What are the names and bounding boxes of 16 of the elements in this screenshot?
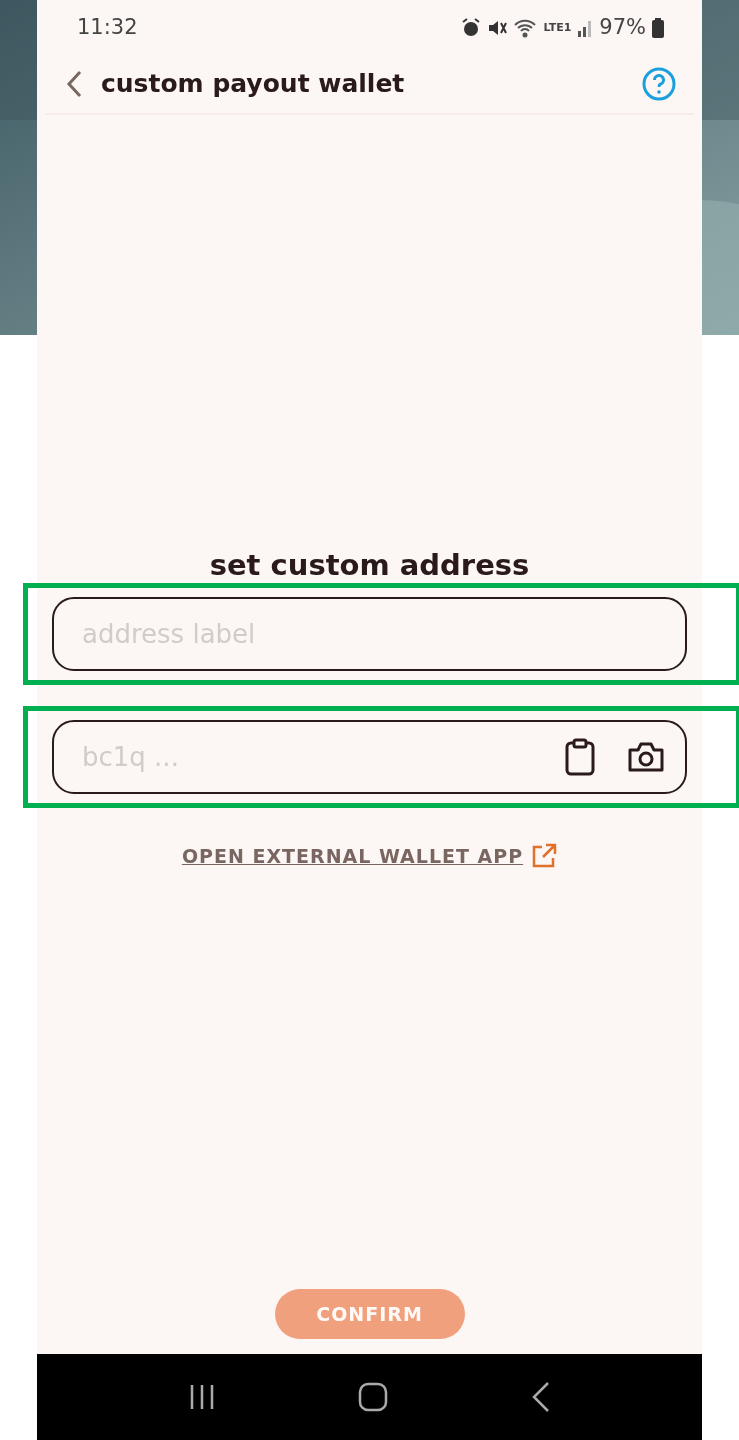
home-icon[interactable] [358,1382,389,1412]
status-time: 11:32 [77,13,138,41]
page-title: custom payout wallet [101,68,405,101]
camera-icon[interactable] [627,741,665,773]
network-label: LTE1 [543,22,572,33]
section-heading: set custom address [208,547,531,584]
battery-icon [652,17,664,38]
alarm-icon [461,17,482,38]
signal-icon [577,18,594,37]
external-wallet-link[interactable]: OPEN EXTERNAL WALLET APP [181,842,524,871]
external-link-icon[interactable] [531,843,558,870]
back-icon[interactable] [530,1381,551,1413]
help-icon[interactable] [642,67,676,101]
clipboard-icon[interactable] [565,738,595,776]
battery-percent: 97% [599,13,646,41]
wifi-icon [513,17,538,38]
